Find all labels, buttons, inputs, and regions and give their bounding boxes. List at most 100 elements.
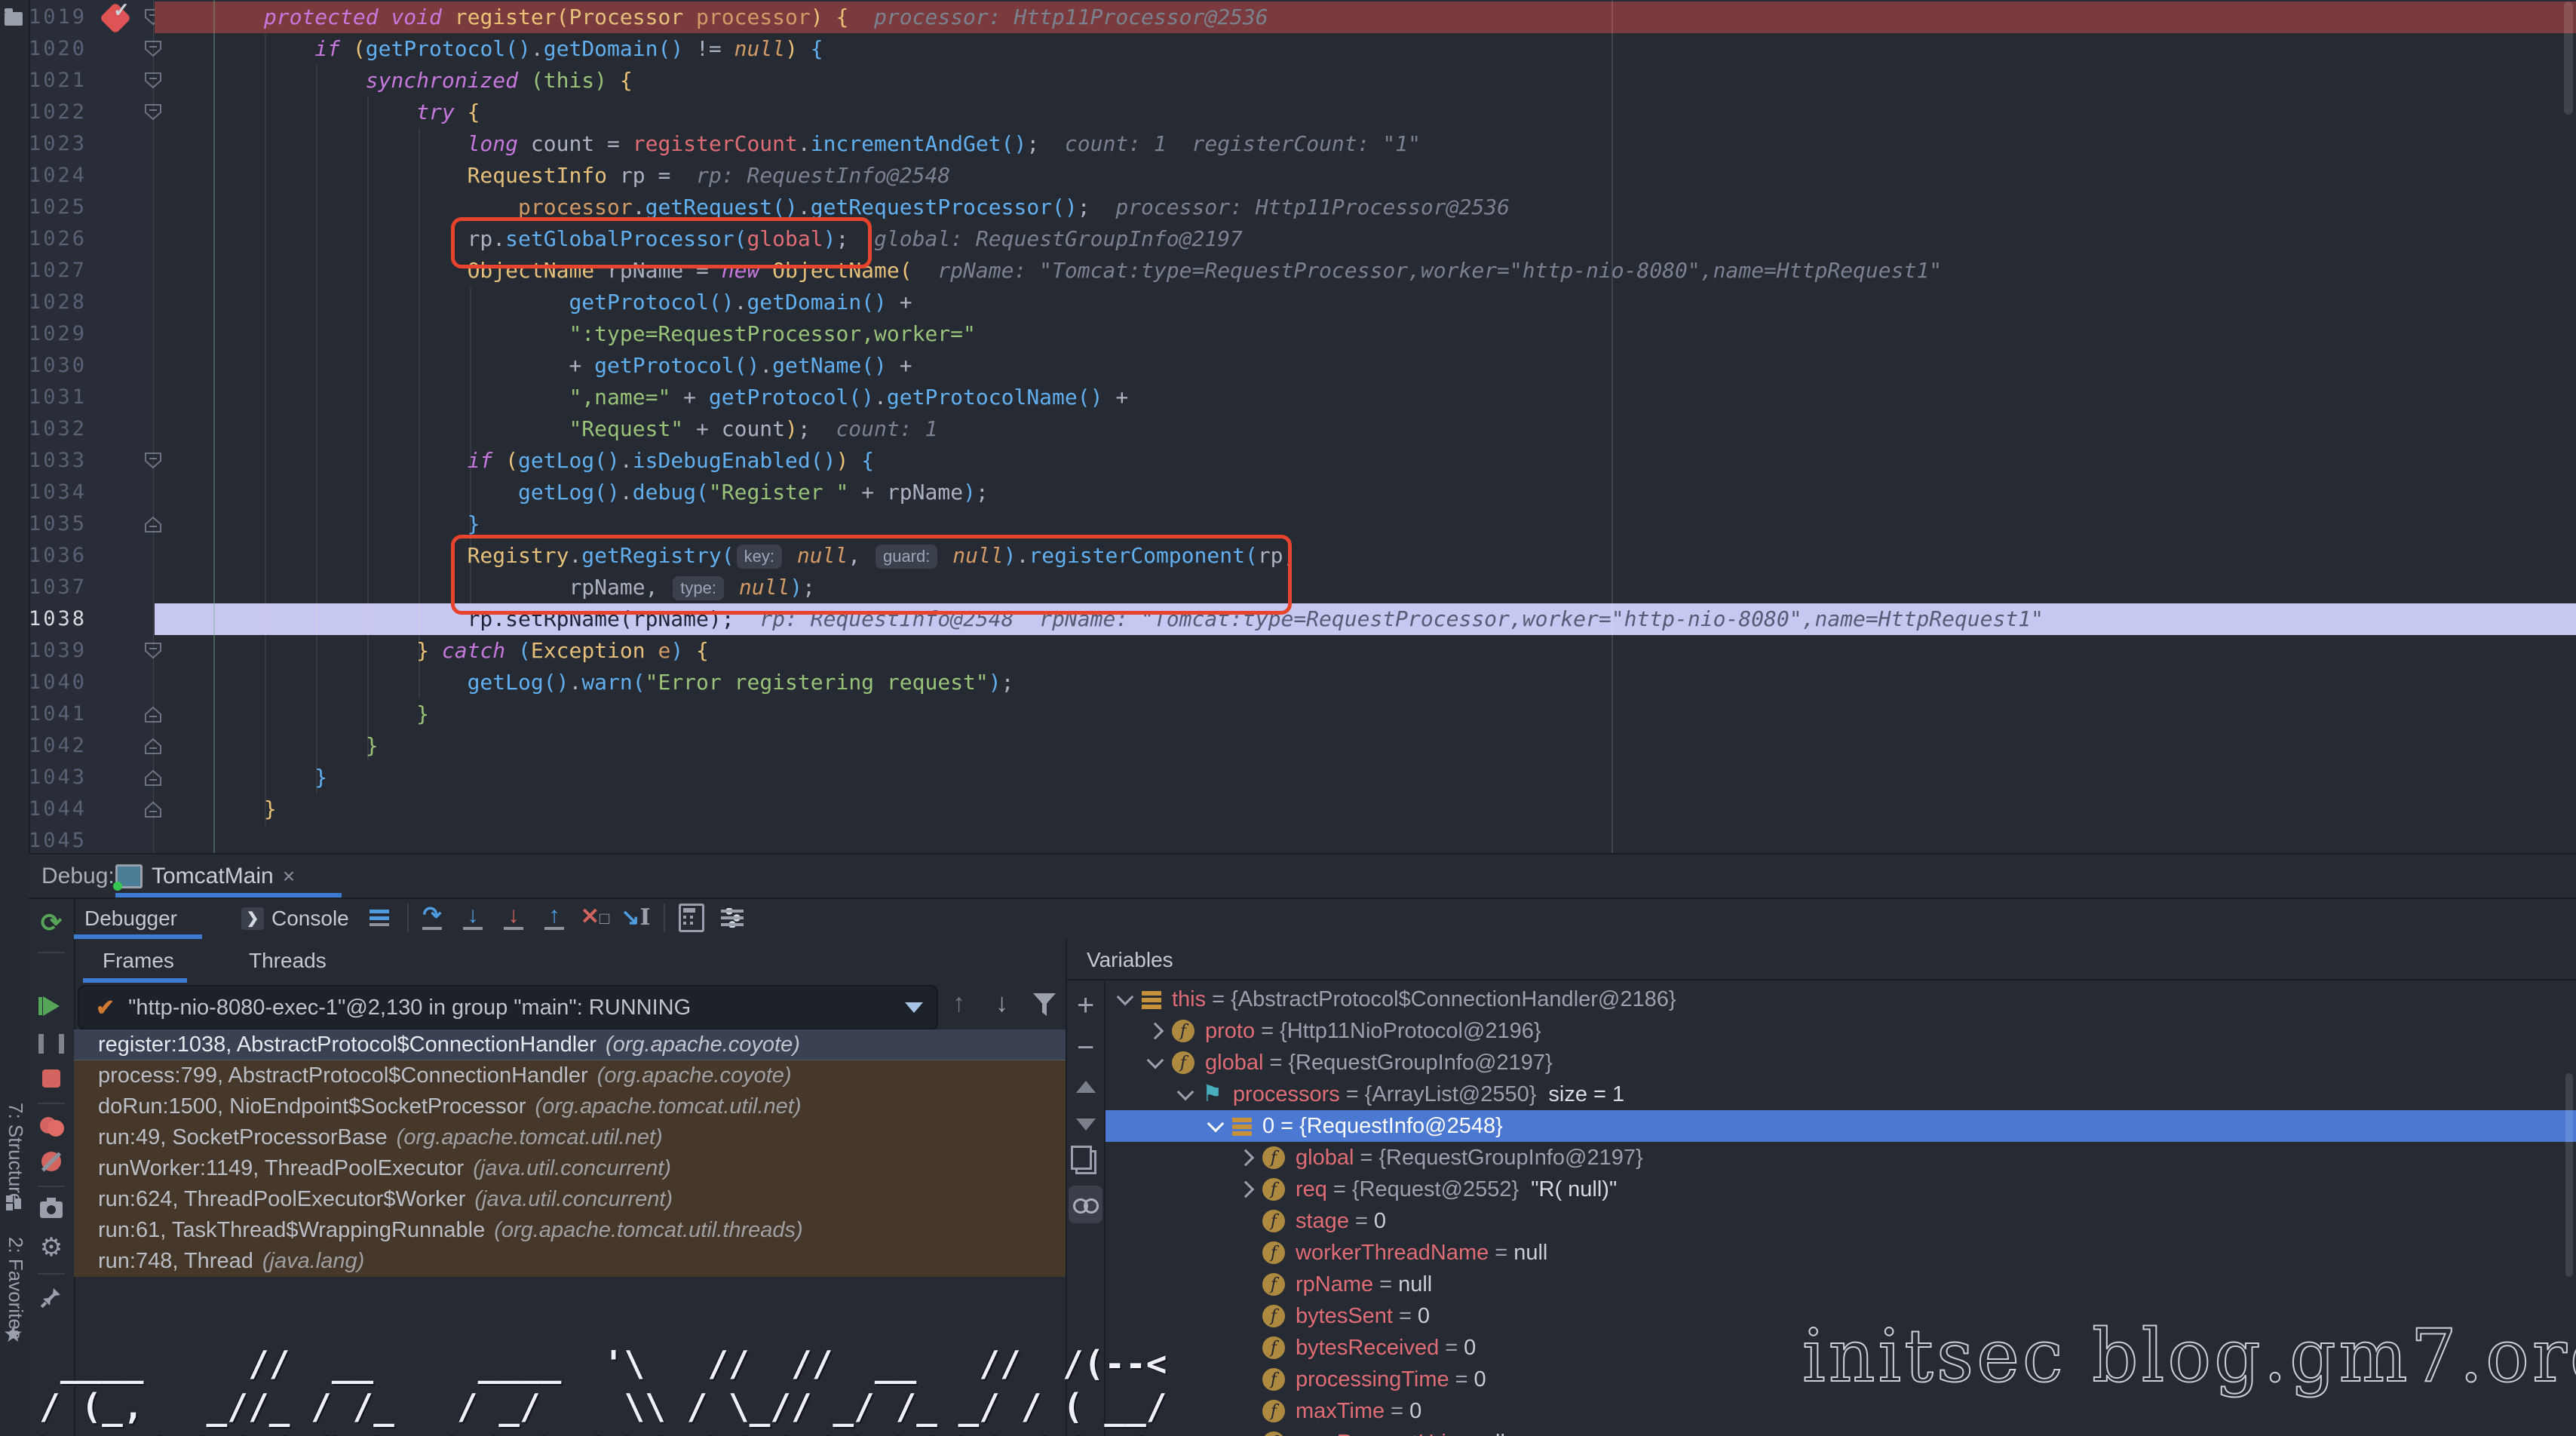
- code-line-1022[interactable]: try {: [162, 97, 480, 128]
- frame-row[interactable]: process:799, AbstractProtocol$Connection…: [74, 1060, 1066, 1091]
- drop-frame-button[interactable]: ✕□: [578, 901, 612, 934]
- chevron-expanded-icon[interactable]: [1147, 1052, 1164, 1069]
- frame-row[interactable]: run:748, Thread(java.lang): [74, 1246, 1066, 1277]
- step-over-button[interactable]: ↷: [415, 901, 449, 934]
- code-token: [683, 638, 696, 663]
- variable-row-req[interactable]: freq={Request@2552}"R( null)": [1106, 1174, 2576, 1205]
- variable-row-rpName[interactable]: frpName=null: [1106, 1269, 2576, 1300]
- pause-button[interactable]: [29, 1027, 74, 1060]
- tab-frames[interactable]: Frames: [103, 939, 174, 983]
- code-editor[interactable]: 1019✓10201021102210231024102510261027102…: [29, 0, 2576, 855]
- mute-breakpoints-button[interactable]: [29, 1145, 74, 1178]
- code-line-1028[interactable]: getProtocol().getDomain() +: [162, 287, 912, 318]
- code-line-1041[interactable]: }: [162, 698, 429, 730]
- frame-row[interactable]: runWorker:1149, ThreadPoolExecutor(java.…: [74, 1153, 1066, 1184]
- stop-button[interactable]: [29, 1062, 74, 1095]
- pin-tab-button[interactable]: [29, 1281, 74, 1314]
- code-token: + count: [683, 416, 785, 441]
- chevron-expanded-icon[interactable]: [1117, 989, 1134, 1006]
- variable-row-maxRequestUri[interactable]: fmaxRequestUri=null: [1106, 1427, 2576, 1436]
- run-to-cursor-button[interactable]: ↘I: [618, 901, 653, 934]
- project-icon[interactable]: [5, 12, 23, 26]
- code-line-1035[interactable]: }: [162, 508, 480, 540]
- variable-row-this[interactable]: this={AbstractProtocol$ConnectionHandler…: [1106, 983, 2576, 1015]
- code-line-1042[interactable]: }: [162, 730, 379, 762]
- code-line-1030[interactable]: + getProtocol().getName() +: [162, 350, 912, 382]
- variable-row-proto[interactable]: fproto={Http11NioProtocol@2196}: [1106, 1015, 2576, 1047]
- tab-session-tomcatmain[interactable]: TomcatMain ×: [115, 859, 295, 893]
- resume-button[interactable]: [29, 990, 74, 1023]
- separator: [38, 952, 65, 953]
- code-line-1044[interactable]: }: [162, 793, 277, 825]
- move-watch-up-button[interactable]: [1067, 1069, 1104, 1104]
- editor-scrollbar[interactable]: [2564, 2, 2573, 115]
- frame-row[interactable]: run:624, ThreadPoolExecutor$Worker(java.…: [74, 1184, 1066, 1215]
- variable-row-processors[interactable]: ⚑processors={ArrayList@2550}size = 1: [1106, 1079, 2576, 1110]
- tab-console[interactable]: ❯ Console: [241, 898, 349, 939]
- move-watch-down-button[interactable]: [1067, 1107, 1104, 1142]
- code-line-1023[interactable]: long count = registerCount.incrementAndG…: [162, 128, 1421, 160]
- code-line-1033[interactable]: if (getLog().isDebugEnabled()) {: [162, 445, 874, 477]
- code-line-1031[interactable]: ",name=" + getProtocol().getProtocolName…: [162, 382, 1128, 413]
- code-token: synchronized: [366, 68, 518, 93]
- debugger-settings-button[interactable]: ⚙: [29, 1231, 74, 1264]
- thread-dump-button[interactable]: [29, 1193, 74, 1226]
- variable-value: 0: [1418, 1304, 1430, 1329]
- chevron-collapsed-icon[interactable]: [1237, 1149, 1255, 1167]
- copy-stack-button[interactable]: [1067, 1145, 1104, 1180]
- sidebar-item-structure[interactable]: 7: Structure: [2, 1103, 27, 1204]
- tab-threads[interactable]: Threads: [249, 939, 327, 983]
- frame-row[interactable]: doRun:1500, NioEndpoint$SocketProcessor(…: [74, 1091, 1066, 1122]
- step-out-button[interactable]: ↑: [537, 901, 572, 934]
- code-line-1043[interactable]: }: [162, 762, 327, 793]
- force-step-into-button[interactable]: ↓: [496, 901, 531, 934]
- code-line-1027[interactable]: ObjectName rpName = new ObjectName( rpNa…: [162, 255, 1942, 287]
- chevron-expanded-icon[interactable]: [1207, 1115, 1225, 1133]
- remove-watch-button[interactable]: −: [1067, 1030, 1104, 1065]
- code-line-1029[interactable]: ":type=RequestProcessor,worker=": [162, 318, 976, 350]
- code-token: {: [811, 36, 823, 61]
- show-watches-toggle[interactable]: [1069, 1186, 1102, 1223]
- code-line-1040[interactable]: getLog().warn("Error registering request…: [162, 667, 1014, 698]
- variables-scrollbar[interactable]: [2565, 1073, 2573, 1277]
- code-token: +: [887, 290, 912, 315]
- chevron-collapsed-icon[interactable]: [1237, 1181, 1255, 1198]
- add-watch-button[interactable]: +: [1067, 988, 1104, 1023]
- editor-gutter[interactable]: 1019✓10201021102210231024102510261027102…: [29, 0, 155, 853]
- code-token: +: [670, 385, 709, 410]
- close-icon[interactable]: ×: [283, 864, 295, 888]
- previous-frame-button[interactable]: ↑: [952, 989, 965, 1018]
- tab-debugger[interactable]: Debugger: [84, 898, 177, 939]
- step-into-button[interactable]: ↓: [455, 901, 490, 934]
- variables-header: Variables: [1067, 939, 2576, 979]
- variable-row-global[interactable]: fglobal={RequestGroupInfo@2197}: [1106, 1047, 2576, 1079]
- code-line-1020[interactable]: if (getProtocol().getDomain() != null) {: [162, 33, 823, 65]
- structure-icon: [6, 1195, 21, 1210]
- code-line-1019[interactable]: protected void register(Processor proces…: [162, 2, 1268, 33]
- code-line-1024[interactable]: RequestInfo rp = rp: RequestInfo@2548: [162, 160, 950, 192]
- view-breakpoints-button[interactable]: [29, 1110, 74, 1143]
- thread-selector-dropdown[interactable]: ✔ "http-nio-8080-exec-1"@2,130 in group …: [78, 985, 938, 1030]
- hide-frames-filter-button[interactable]: [1033, 993, 1056, 1016]
- frame-row[interactable]: run:49, SocketProcessorBase(org.apache.t…: [74, 1122, 1066, 1153]
- code-line-1021[interactable]: synchronized (this) {: [162, 65, 633, 97]
- next-frame-button[interactable]: ↓: [995, 989, 1008, 1018]
- code-line-1034[interactable]: getLog().debug("Register " + rpName);: [162, 477, 989, 508]
- variable-row-stage[interactable]: fstage=0: [1106, 1205, 2576, 1237]
- chevron-expanded-icon[interactable]: [1177, 1084, 1194, 1101]
- variable-row-workerThreadName[interactable]: fworkerThreadName=null: [1106, 1237, 2576, 1269]
- layout-settings-button[interactable]: [715, 901, 750, 934]
- chevron-collapsed-icon[interactable]: [1147, 1023, 1164, 1040]
- code-line-1039[interactable]: } catch (Exception e) {: [162, 635, 709, 667]
- frame-row[interactable]: run:61, TaskThread$WrappingRunnable(org.…: [74, 1215, 1066, 1246]
- rerun-button[interactable]: ⟳: [29, 907, 74, 940]
- variable-row-maxTime[interactable]: fmaxTime=0: [1106, 1395, 2576, 1427]
- variable-row-global[interactable]: fglobal={RequestGroupInfo@2197}: [1106, 1142, 2576, 1174]
- line-number: 1027: [29, 255, 81, 287]
- show-execution-point-button[interactable]: [362, 901, 397, 934]
- variable-row-0[interactable]: 0={RequestInfo@2548}: [1106, 1110, 2576, 1142]
- evaluate-expression-button[interactable]: [674, 901, 709, 934]
- frame-row[interactable]: register:1038, AbstractProtocol$Connecti…: [74, 1029, 1066, 1060]
- code-line-1032[interactable]: "Request" + count); count: 1: [162, 413, 937, 445]
- watchpoint-flag-icon: ⚑: [1202, 1085, 1222, 1104]
